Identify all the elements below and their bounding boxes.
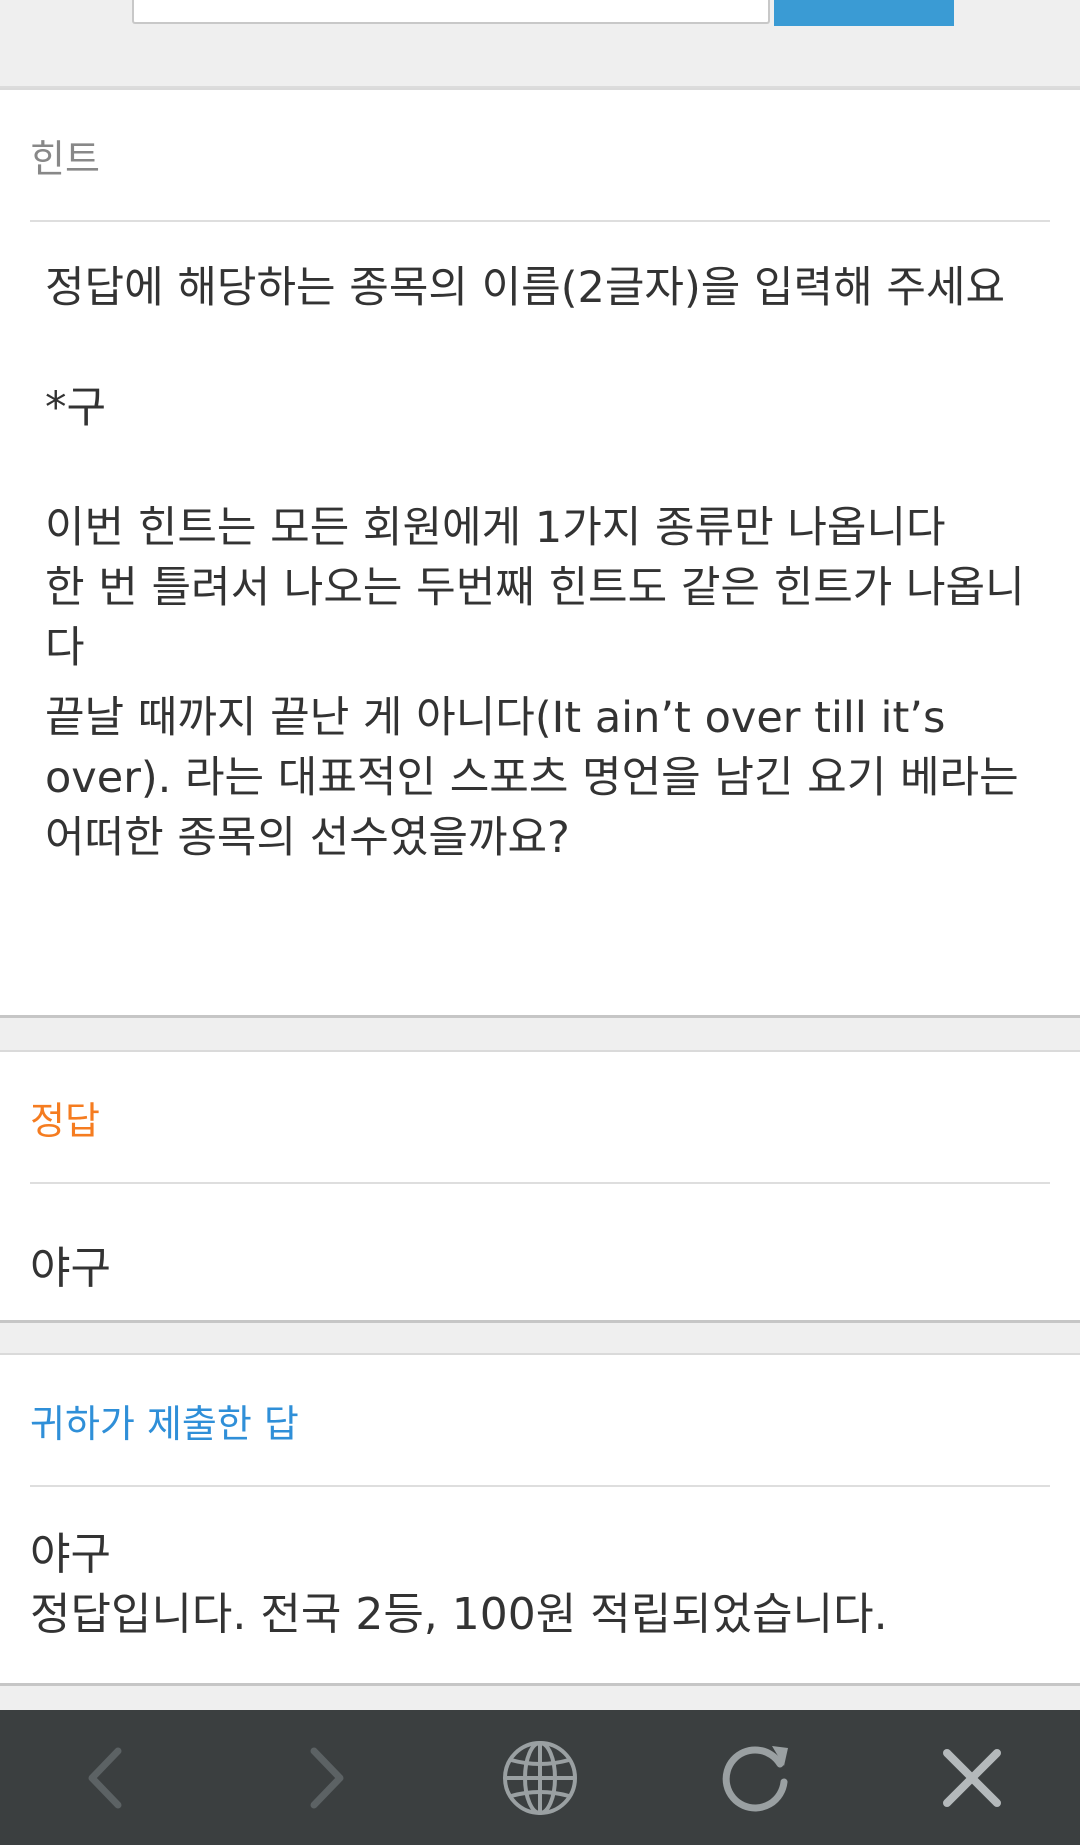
answer-entry-strip: [0, 0, 1080, 88]
submitted-answer-card: 귀하가 제출한 답 야구 정답입니다. 전국 2등, 100원 적립되었습니다.: [0, 1353, 1080, 1686]
hint-question: 끝날 때까지 끝난 게 아니다(It ain’t over till it’s …: [45, 693, 1033, 863]
answer-value: 야구: [30, 1243, 111, 1294]
back-button[interactable]: [0, 1710, 216, 1845]
close-icon: [943, 1748, 1001, 1807]
home-button[interactable]: [432, 1710, 648, 1845]
hint-instruction: 정답에 해당하는 종목의 이름(2글자)을 입력해 주세요: [45, 263, 1006, 313]
close-button[interactable]: [864, 1710, 1080, 1845]
forward-button[interactable]: [216, 1710, 432, 1845]
refresh-button[interactable]: [648, 1710, 864, 1845]
hint-title: 힌트: [30, 90, 1050, 222]
submit-button[interactable]: [774, 0, 954, 26]
hint-prefix: *구: [45, 383, 107, 433]
answer-card: 정답 야구: [0, 1050, 1080, 1323]
submitted-answer-title: 귀하가 제출한 답: [30, 1355, 1050, 1487]
back-icon: [88, 1747, 122, 1808]
answer-title: 정답: [30, 1052, 1050, 1184]
hint-notice: 이번 힌트는 모든 회원에게 1가지 종류만 나옵니다 한 번 틀려서 나오는 …: [45, 503, 1025, 673]
submitted-answer-value: 야구: [30, 1529, 111, 1580]
result-message: 정답입니다. 전국 2등, 100원 적립되었습니다.: [30, 1589, 888, 1640]
forward-icon: [310, 1747, 344, 1808]
globe-icon: [503, 1740, 577, 1815]
browser-bottom-nav: [0, 1710, 1080, 1845]
hint-body: 정답에 해당하는 종목의 이름(2글자)을 입력해 주세요 *구 이번 힌트는 …: [45, 222, 1050, 868]
hint-card: 힌트 정답에 해당하는 종목의 이름(2글자)을 입력해 주세요 *구 이번 힌…: [0, 88, 1080, 1018]
refresh-icon: [722, 1745, 788, 1811]
submitted-answer-body: 야구 정답입니다. 전국 2등, 100원 적립되었습니다.: [30, 1525, 888, 1645]
answer-input[interactable]: [132, 0, 770, 24]
